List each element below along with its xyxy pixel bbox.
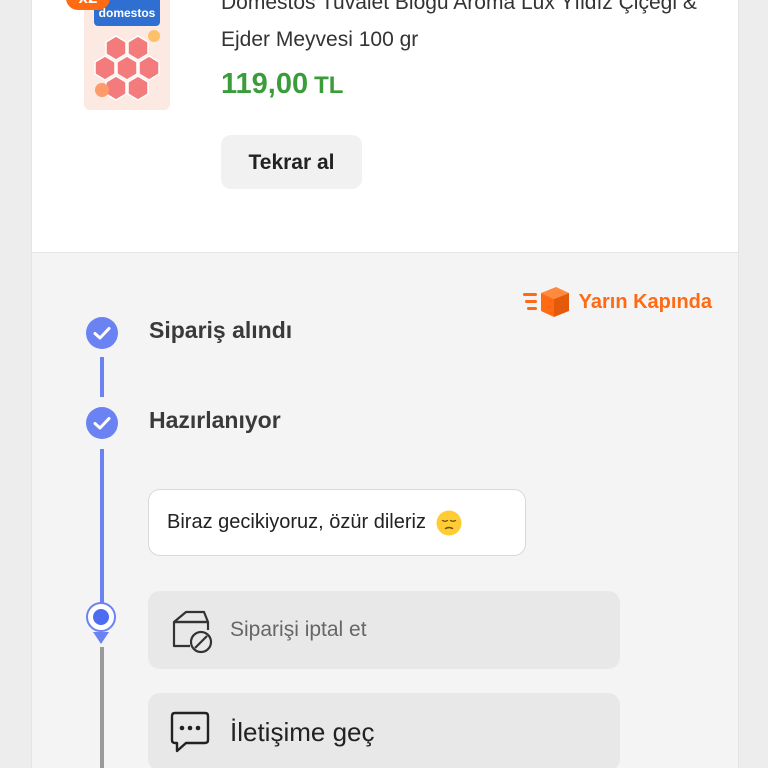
timeline-connector-pending — [100, 647, 104, 768]
pensive-face-emoji — [436, 510, 462, 535]
cancel-order-label: Siparişi iptal et — [230, 618, 367, 641]
delivery-badge: Yarın Kapında — [522, 285, 712, 319]
check-circle-icon — [86, 407, 118, 439]
current-status-marker-icon — [86, 602, 116, 644]
delay-notice-text: Biraz gecikiyoruz, özür dileriz — [167, 511, 426, 533]
order-tracking-section: Yarın Kapında Sipariş alındı Hazırlanıyo… — [32, 252, 738, 768]
step-preparing: Hazırlanıyor — [149, 407, 281, 433]
svg-text:domestos: domestos — [99, 6, 156, 20]
price-value: 119,00 — [221, 68, 309, 100]
product-section: domestos x2 Domestos Tuvalet Bloğu Aroma… — [32, 0, 738, 252]
step-order-received: Sipariş alındı — [149, 317, 293, 343]
check-circle-icon — [86, 317, 118, 349]
fast-delivery-box-icon — [522, 287, 569, 317]
delay-notice: Biraz gecikiyoruz, özür dileriz — [148, 489, 526, 556]
quantity-badge: x2 — [66, 0, 110, 10]
reorder-button[interactable]: Tekrar al — [221, 135, 362, 189]
box-cancel-icon — [172, 610, 213, 654]
chat-bubble-icon — [170, 711, 210, 753]
order-card: domestos x2 Domestos Tuvalet Bloğu Aroma… — [31, 0, 739, 768]
timeline-connector-2 — [100, 449, 104, 617]
delivery-label: Yarın Kapında — [578, 290, 712, 313]
timeline-connector-1 — [100, 357, 104, 397]
product-name[interactable]: Domestos Tuvalet Bloğu Aroma Lux Yıldız … — [221, 0, 701, 58]
price-currency: TL — [314, 72, 344, 99]
contact-support-button[interactable]: İletişime geç — [148, 693, 620, 768]
product-image[interactable]: domestos — [84, 0, 170, 110]
product-price: 119,00 TL — [221, 68, 343, 101]
cancel-order-button[interactable]: Siparişi iptal et — [148, 591, 620, 669]
contact-support-label: İletişime geç — [230, 716, 375, 747]
